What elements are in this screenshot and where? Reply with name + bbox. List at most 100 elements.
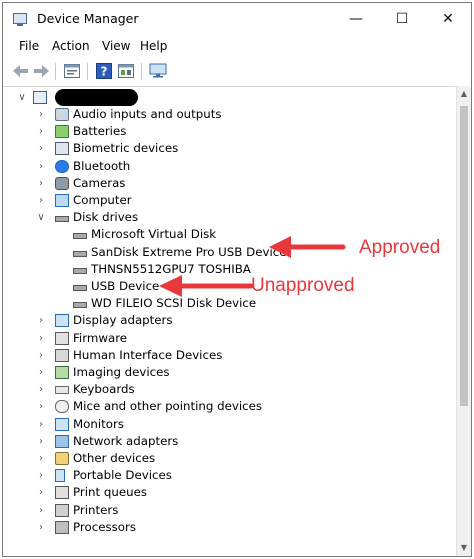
display-icon bbox=[55, 314, 69, 328]
chevron-right-icon[interactable]: › bbox=[36, 140, 46, 157]
chevron-right-icon[interactable]: › bbox=[36, 330, 46, 347]
tree-device-item[interactable]: THNSN5512GPU7 TOSHIBA bbox=[3, 261, 453, 278]
toolbar-separator bbox=[87, 63, 88, 80]
tree-category-item[interactable]: › Keyboards bbox=[3, 381, 453, 398]
minimize-button[interactable]: — bbox=[333, 3, 379, 35]
tree-item-label: Bluetooth bbox=[73, 158, 131, 173]
chevron-right-icon[interactable]: › bbox=[36, 364, 46, 381]
tree-item-label: Printers bbox=[73, 502, 119, 517]
processor-icon bbox=[55, 520, 69, 534]
tree-category-item[interactable]: › Network adapters bbox=[3, 433, 453, 450]
tree-category-item[interactable]: › Cameras bbox=[3, 175, 453, 192]
menu-file[interactable]: File bbox=[19, 39, 39, 53]
chevron-right-icon[interactable]: › bbox=[36, 123, 46, 140]
tree-category-item[interactable]: › Mice and other pointing devices bbox=[3, 398, 453, 415]
tree-device-item[interactable]: WD FILEIO SCSI Disk Device bbox=[3, 295, 453, 312]
tree-category-item[interactable]: › Batteries bbox=[3, 123, 453, 140]
tree-item-label: SanDisk Extreme Pro USB Device bbox=[91, 244, 287, 259]
view-icon[interactable] bbox=[117, 62, 135, 80]
hid-icon bbox=[55, 348, 69, 362]
tree-category-item[interactable]: › Bluetooth bbox=[3, 158, 453, 175]
bluetooth-icon bbox=[55, 159, 69, 173]
scroll-down-icon[interactable]: ▼ bbox=[457, 540, 471, 556]
scroll-up-icon[interactable]: ▲ bbox=[457, 86, 471, 102]
disk-icon bbox=[73, 285, 87, 291]
tree-category-item[interactable]: › Firmware bbox=[3, 330, 453, 347]
computer-root-icon bbox=[33, 91, 47, 104]
chevron-right-icon[interactable]: › bbox=[36, 467, 46, 484]
tree-category-item[interactable]: › Computer bbox=[3, 192, 453, 209]
device-tree: ∨ › Audio inputs and outputs › Batteries › Bi… bbox=[3, 86, 455, 556]
tree-category-item[interactable]: › Print queues bbox=[3, 484, 453, 501]
tree-root[interactable]: ∨ bbox=[3, 89, 453, 106]
help-icon[interactable]: ? bbox=[95, 62, 113, 80]
computer-icon bbox=[55, 194, 69, 207]
speaker-icon bbox=[55, 108, 69, 121]
tree-category-item[interactable]: › Printers bbox=[3, 502, 453, 519]
mouse-icon bbox=[55, 400, 69, 414]
tree-item-label: Portable Devices bbox=[73, 468, 172, 483]
tree-category-item[interactable]: › Display adapters bbox=[3, 312, 453, 329]
chevron-right-icon[interactable]: › bbox=[36, 450, 46, 467]
chevron-right-icon[interactable]: › bbox=[36, 347, 46, 364]
tree-item-label: Network adapters bbox=[73, 433, 179, 448]
title-bar: Device Manager — ☐ ✕ bbox=[3, 3, 471, 35]
approved-label: Approved bbox=[359, 237, 441, 258]
tree-item-label: Microsoft Virtual Disk bbox=[91, 227, 217, 242]
tree-device-item[interactable]: USB Device bbox=[3, 278, 453, 295]
chevron-right-icon[interactable]: › bbox=[36, 158, 46, 175]
forward-icon[interactable] bbox=[32, 62, 50, 80]
disk-icon bbox=[55, 216, 69, 223]
tree-category-item[interactable]: › Biometric devices bbox=[3, 140, 453, 157]
chevron-down-icon[interactable]: ∨ bbox=[36, 209, 46, 226]
tree-item-label: Firmware bbox=[73, 330, 128, 345]
chevron-right-icon[interactable]: › bbox=[36, 192, 46, 209]
chevron-right-icon[interactable]: › bbox=[36, 519, 46, 536]
tree-category-item[interactable]: › Human Interface Devices bbox=[3, 347, 453, 364]
chevron-right-icon[interactable]: › bbox=[36, 398, 46, 415]
chevron-down-icon[interactable]: ∨ bbox=[17, 89, 27, 106]
tree-item-label: Human Interface Devices bbox=[73, 347, 223, 362]
tree-category-item[interactable]: › Imaging devices bbox=[3, 364, 453, 381]
back-icon[interactable] bbox=[12, 62, 30, 80]
tree-category-item[interactable]: ∨ Disk drives bbox=[3, 209, 453, 226]
device-manager-window: Device Manager — ☐ ✕ File Action View He… bbox=[2, 2, 472, 557]
tree-item-label: Processors bbox=[73, 519, 136, 534]
window-title: Device Manager bbox=[37, 11, 139, 26]
scroll-thumb[interactable] bbox=[460, 106, 468, 406]
printer-icon bbox=[55, 503, 69, 517]
tree-item-label: Audio inputs and outputs bbox=[73, 107, 222, 121]
vertical-scrollbar[interactable]: ▲ ▼ bbox=[456, 86, 471, 556]
tree-category-item[interactable]: › Monitors bbox=[3, 416, 453, 433]
menu-help[interactable]: Help bbox=[140, 39, 167, 53]
tree-item-label: Disk drives bbox=[73, 210, 139, 225]
tree-category-item[interactable]: › Other devices bbox=[3, 450, 453, 467]
toolbar-separator bbox=[55, 63, 56, 80]
maximize-button[interactable]: ☐ bbox=[379, 3, 425, 35]
tree-category-item[interactable]: › Portable Devices bbox=[3, 467, 453, 484]
tree-item-label: Print queues bbox=[73, 485, 147, 500]
tree-category-item[interactable]: › Processors bbox=[3, 519, 453, 536]
tree-item-label: Monitors bbox=[73, 416, 124, 431]
close-button[interactable]: ✕ bbox=[425, 3, 471, 35]
portable-icon bbox=[55, 469, 65, 483]
chevron-right-icon[interactable]: › bbox=[36, 312, 46, 329]
tree-item-label: WD FILEIO SCSI Disk Device bbox=[91, 296, 257, 311]
disk-icon bbox=[73, 233, 87, 240]
chevron-right-icon[interactable]: › bbox=[36, 433, 46, 450]
chevron-right-icon[interactable]: › bbox=[36, 381, 46, 398]
unapproved-label: Unapproved bbox=[251, 275, 355, 296]
svg-text:?: ? bbox=[101, 65, 108, 79]
chevron-right-icon[interactable]: › bbox=[36, 106, 46, 123]
disk-icon bbox=[73, 267, 87, 274]
menu-view[interactable]: View bbox=[102, 39, 130, 53]
monitor-icon[interactable] bbox=[149, 62, 167, 80]
menu-action[interactable]: Action bbox=[52, 39, 90, 53]
chevron-right-icon[interactable]: › bbox=[36, 175, 46, 192]
chevron-right-icon[interactable]: › bbox=[36, 484, 46, 501]
tree-category-item[interactable]: › Audio inputs and outputs bbox=[3, 106, 453, 123]
network-icon bbox=[55, 434, 69, 448]
chevron-right-icon[interactable]: › bbox=[36, 416, 46, 433]
chevron-right-icon[interactable]: › bbox=[36, 502, 46, 519]
properties-icon[interactable] bbox=[63, 62, 81, 80]
